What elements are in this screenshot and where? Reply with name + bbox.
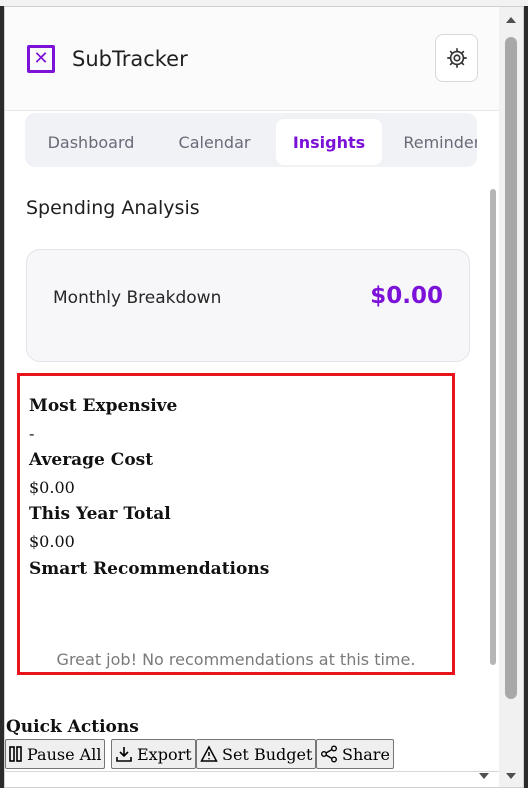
average-cost-value: $0.00 [29,478,75,497]
settings-button[interactable] [435,34,478,82]
tab-dashboard[interactable]: Dashboard [31,119,151,165]
set-budget-button[interactable]: Set Budget [196,739,317,769]
section-title: Spending Analysis [26,197,200,219]
share-label: Share [342,744,390,764]
set-budget-label: Set Budget [222,744,313,764]
tab-calendar[interactable]: Calendar [157,119,272,165]
pause-all-button[interactable]: Pause All [5,739,106,769]
pause-icon [9,746,22,762]
share-button[interactable]: Share [316,739,394,769]
tab-bar: Dashboard Calendar Insights Reminders [25,113,477,167]
tab-insights[interactable]: Insights [276,119,382,165]
share-icon [321,745,337,763]
year-total-value: $0.00 [29,532,75,551]
scroll-down-arrow[interactable] [506,773,516,779]
recommendations-empty-message: Great job! No recommendations at this ti… [56,650,416,669]
popup-scrollbar[interactable] [499,7,523,787]
monthly-breakdown-card: Monthly Breakdown $0.00 [26,249,470,362]
warning-triangle-icon [200,745,218,762]
tab-reminders[interactable]: Reminders [387,119,477,165]
inner-scroll-thumb[interactable] [490,189,496,665]
x-box-icon: ✕ [27,45,55,73]
scroll-up-arrow[interactable] [506,17,516,23]
monthly-breakdown-value: $0.00 [370,283,443,309]
bottom-divider [5,771,499,772]
popup-scroll-thumb[interactable] [505,37,517,699]
quick-actions-title: Quick Actions [6,717,139,737]
average-cost-label: Average Cost [29,450,154,470]
monthly-breakdown-label: Monthly Breakdown [53,288,222,308]
insights-stats-block: Most Expensive - Average Cost $0.00 This… [17,373,455,675]
app-title: SubTracker [72,47,188,71]
export-button[interactable]: Export [111,739,196,769]
extension-popup: ✕ SubTracker Dashboard Calendar Insights… [4,6,524,788]
smart-recommendations-label: Smart Recommendations [29,559,270,579]
app-header: ✕ SubTracker [5,7,499,111]
year-total-label: This Year Total [29,504,171,524]
inner-scrollbar[interactable] [487,189,499,715]
export-label: Export [137,744,192,764]
most-expensive-label: Most Expensive [29,396,178,416]
scroll-down-arrow[interactable] [479,773,489,779]
download-icon [116,747,132,762]
most-expensive-value: - [29,424,35,443]
pause-all-label: Pause All [27,744,102,764]
settings-gear-icon [446,48,467,68]
